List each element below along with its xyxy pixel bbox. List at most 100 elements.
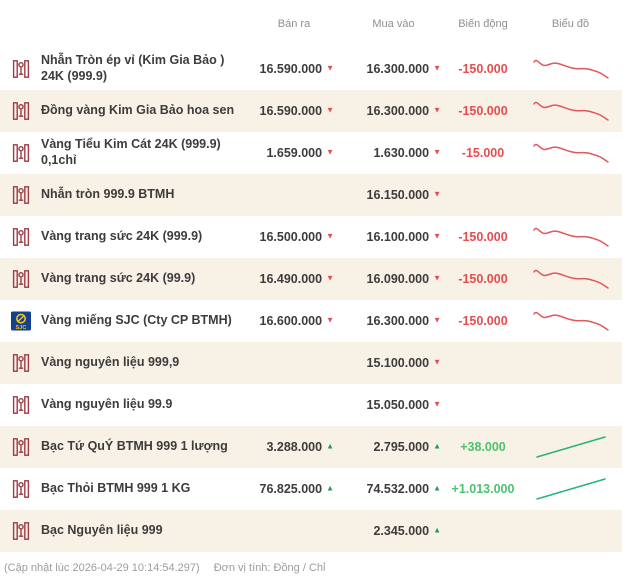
product-cell: Nhẫn Tròn ép vỉ (Kim Gia Bảo ) 24K (999.… [0, 53, 248, 84]
buy-trend-arrow-icon: ▲ [433, 527, 441, 535]
buy-price-cell: 74.532.000▲ [340, 482, 447, 496]
sparkline-chart [531, 475, 611, 503]
sell-trend-arrow-icon: ▼ [326, 317, 334, 325]
column-header-change: Biến động [447, 18, 519, 30]
change-value: -15.000 [447, 146, 519, 160]
buy-price-value: 2.795.000 [373, 440, 429, 454]
change-value: -150.000 [447, 272, 519, 286]
kim-gia-bao-logo-icon [10, 58, 32, 80]
chart-cell [519, 97, 622, 125]
buy-trend-arrow-icon: ▲ [433, 443, 441, 451]
buy-price-value: 16.300.000 [367, 62, 430, 76]
buy-price-cell: 16.090.000▼ [340, 272, 447, 286]
sell-price-cell: 16.500.000▼ [248, 230, 340, 244]
unit-note: Đơn vị tính: Đồng / Chỉ [214, 562, 326, 574]
buy-trend-arrow-icon: ▼ [433, 275, 441, 283]
table-row: Vàng trang sức 24K (99.9) 16.490.000 ▼ 16… [0, 258, 622, 300]
sell-trend-arrow-icon: ▲ [326, 443, 334, 451]
buy-price-cell: 15.050.000▼ [340, 398, 447, 412]
column-header-sell: Bán ra [248, 18, 340, 30]
buy-price-cell: 2.345.000▲ [340, 524, 447, 538]
sell-price-value: 76.825.000 [260, 482, 323, 496]
product-cell: SJC Vàng miếng SJC (Cty CP BTMH) [0, 310, 248, 332]
kim-gia-bao-logo-icon [10, 268, 32, 290]
product-cell: Đồng vàng Kim Gia Bảo hoa sen [0, 100, 248, 122]
buy-trend-arrow-icon: ▼ [433, 401, 441, 409]
chart-cell [519, 223, 622, 251]
kim-gia-bao-logo-icon [10, 394, 32, 416]
sparkline-chart [531, 433, 611, 461]
kim-gia-bao-logo-icon [10, 184, 32, 206]
sell-price-cell: 3.288.000▲ [248, 440, 340, 454]
kim-gia-bao-logo-icon [10, 478, 32, 500]
buy-price-cell: 1.630.000▼ [340, 146, 447, 160]
sparkline-chart [531, 307, 611, 335]
buy-price-value: 74.532.000 [367, 482, 430, 496]
sell-trend-arrow-icon: ▼ [326, 149, 334, 157]
product-name: Vàng miếng SJC (Cty CP BTMH) [41, 313, 232, 329]
sell-trend-arrow-icon: ▼ [326, 65, 334, 73]
kim-gia-bao-logo-icon [10, 100, 32, 122]
table-row: Nhẫn tròn 999.9 BTMH 16.150.000▼ [0, 174, 622, 216]
gold-price-table: Bán ra Mua vào Biến động Biểu đồ Nhẫn Tr… [0, 0, 622, 584]
buy-price-cell: 16.300.000▼ [340, 314, 447, 328]
product-name: Nhẫn tròn 999.9 BTMH [41, 187, 174, 203]
chart-cell [519, 55, 622, 83]
buy-trend-arrow-icon: ▲ [433, 485, 441, 493]
column-header-chart: Biểu đồ [519, 18, 622, 30]
chart-cell [519, 433, 622, 461]
kim-gia-bao-logo-icon [10, 352, 32, 374]
chart-cell [519, 139, 622, 167]
change-value: -150.000 [447, 314, 519, 328]
change-value: +38.000 [447, 440, 519, 454]
sparkline-chart [531, 139, 611, 167]
product-cell: Bạc Tứ QuÝ BTMH 999 1 lượng [0, 436, 248, 458]
buy-price-value: 16.100.000 [367, 230, 430, 244]
buy-price-value: 16.090.000 [367, 272, 430, 286]
table-footer: (Cập nhật lúc 2026-04-29 10:14:54.297) Đ… [0, 552, 622, 584]
sparkline-chart [531, 223, 611, 251]
table-row: Vàng nguyên liệu 99.9 15.050.000▼ [0, 384, 622, 426]
product-name: Vàng Tiểu Kim Cát 24K (999.9) 0,1chỉ [41, 137, 246, 168]
buy-price-cell: 16.300.000▼ [340, 104, 447, 118]
table-row: Vàng trang sức 24K (999.9) 16.500.000▼ 1… [0, 216, 622, 258]
sparkline-chart [531, 265, 611, 293]
chart-cell [519, 475, 622, 503]
sjc-logo-icon: SJC [10, 310, 32, 332]
table-row: Vàng Tiểu Kim Cát 24K (999.9) 0,1chỉ 1.6… [0, 132, 622, 174]
product-name: Vàng trang sức 24K (999.9) [41, 229, 202, 245]
column-header-buy: Mua vào [340, 18, 447, 30]
sell-price-value: 16.590.000 [260, 62, 323, 76]
change-value: +1.013.000 [447, 482, 519, 496]
change-value: -150.000 [447, 104, 519, 118]
product-name: Vàng nguyên liệu 99.9 [41, 397, 172, 413]
buy-price-cell: 16.100.000▼ [340, 230, 447, 244]
buy-price-value: 1.630.000 [373, 146, 429, 160]
kim-gia-bao-logo-icon [10, 142, 32, 164]
table-header-row: Bán ra Mua vào Biến động Biểu đồ [0, 0, 622, 48]
product-cell: Nhẫn tròn 999.9 BTMH [0, 184, 248, 206]
product-name: Bạc Tứ QuÝ BTMH 999 1 lượng [41, 439, 228, 455]
table-row: Bạc Thỏi BTMH 999 1 KG 76.825.000 ▲ 74.53… [0, 468, 622, 510]
sell-trend-arrow-icon: ▼ [326, 107, 334, 115]
buy-trend-arrow-icon: ▼ [433, 233, 441, 241]
sell-price-value: 16.590.000 [260, 104, 323, 118]
product-name: Vàng nguyên liệu 999,9 [41, 355, 179, 371]
table-row: Đồng vàng Kim Gia Bảo hoa sen 16.590.000… [0, 90, 622, 132]
buy-price-cell: 16.300.000▼ [340, 62, 447, 76]
table-row: SJC Vàng miếng SJC (Cty CP BTMH) 16.600.… [0, 300, 622, 342]
product-name: Bạc Thỏi BTMH 999 1 KG [41, 481, 190, 497]
change-value: -150.000 [447, 230, 519, 244]
table-row: Bạc Nguyên liệu 999 2.345.000▲ [0, 510, 622, 552]
product-name: Vàng trang sức 24K (99.9) [41, 271, 195, 287]
buy-price-value: 16.300.000 [367, 104, 430, 118]
sparkline-chart [531, 97, 611, 125]
sell-price-value: 16.500.000 [260, 230, 323, 244]
product-cell: Bạc Thỏi BTMH 999 1 KG [0, 478, 248, 500]
chart-cell [519, 265, 622, 293]
product-cell: Vàng nguyên liệu 999,9 [0, 352, 248, 374]
product-cell: Vàng trang sức 24K (99.9) [0, 268, 248, 290]
buy-price-cell: 16.150.000▼ [340, 188, 447, 202]
product-name: Bạc Nguyên liệu 999 [41, 523, 163, 539]
sell-price-value: 16.490.000 [260, 272, 323, 286]
